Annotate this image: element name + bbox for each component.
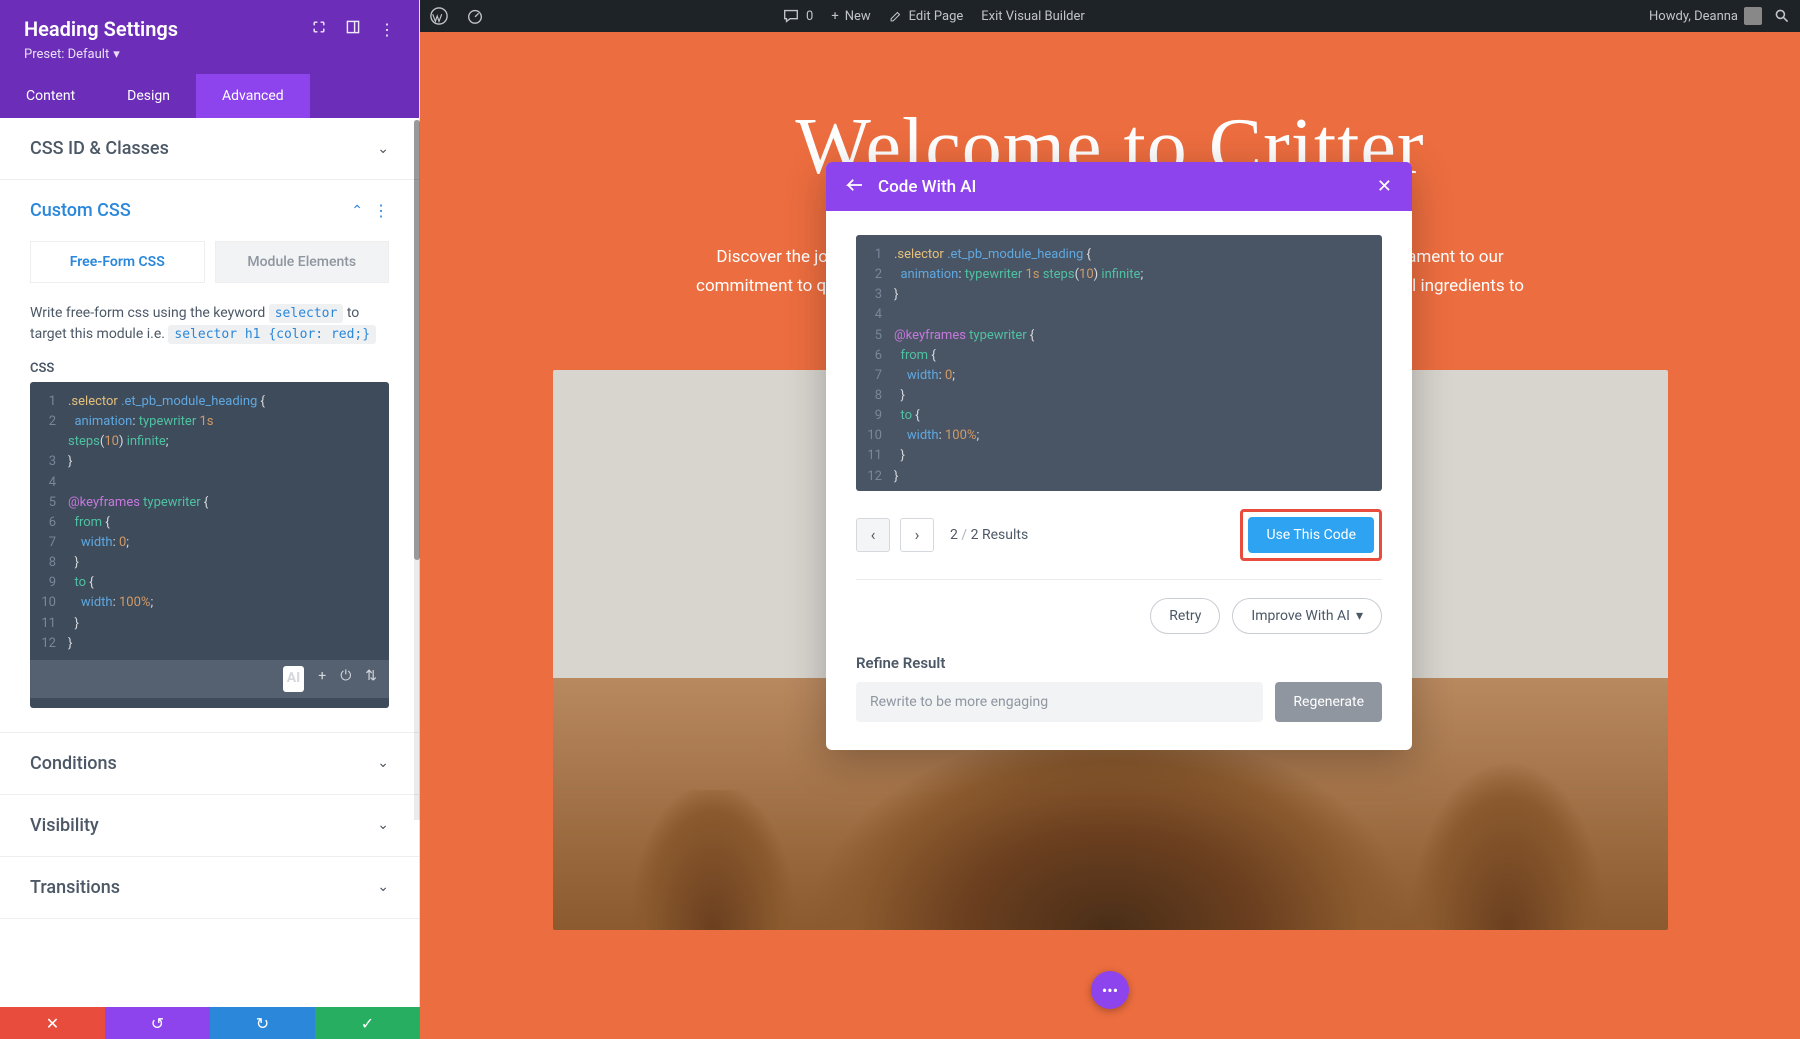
sidebar-header: Heading Settings ⋮ Preset: Default▾: [0, 0, 419, 74]
avatar: [1744, 7, 1762, 25]
undo-button[interactable]: ↺: [105, 1007, 210, 1039]
chevron-down-icon: ▾: [1356, 608, 1363, 624]
pencil-icon: [889, 9, 903, 23]
chevron-down-icon: ▾: [113, 47, 120, 62]
sidebar-scrollbar[interactable]: [414, 120, 420, 820]
dashboard-icon[interactable]: [466, 7, 484, 25]
code-with-ai-modal: Code With AI ✕ 1.selector .et_pb_module_…: [826, 162, 1412, 750]
improve-with-ai-button[interactable]: Improve With AI▾: [1232, 598, 1382, 634]
ai-badge[interactable]: AI: [283, 666, 305, 692]
sidebar-footer-actions: ✕ ↺ ↻ ✓: [0, 1007, 420, 1039]
wp-logo-icon[interactable]: [430, 7, 448, 25]
comments-count: 0: [806, 9, 813, 24]
subtab-free-form[interactable]: Free-Form CSS: [30, 241, 205, 283]
results-count: 2 / 2 Results: [950, 527, 1028, 543]
retry-button[interactable]: Retry: [1150, 598, 1220, 634]
search-icon[interactable]: [1774, 8, 1790, 24]
section-custom-css-toggle[interactable]: Custom CSS⌃⋮: [0, 180, 419, 241]
wp-admin-bar: 0 +New Edit Page Exit Visual Builder How…: [420, 0, 1800, 32]
dock-icon[interactable]: [345, 19, 361, 39]
section-visibility: Visibility⌄: [0, 795, 419, 857]
section-visibility-toggle[interactable]: Visibility⌄: [0, 795, 419, 856]
css-code-editor[interactable]: 1.selector .et_pb_module_heading {2 anim…: [30, 382, 389, 708]
section-custom-css: Custom CSS⌃⋮ Free-Form CSS Module Elemen…: [0, 180, 419, 733]
ai-code-result[interactable]: 1.selector .et_pb_module_heading {2 anim…: [856, 235, 1382, 491]
modal-header: Code With AI ✕: [826, 162, 1412, 211]
preset-selector[interactable]: Preset: Default▾: [24, 47, 395, 62]
action-row: Retry Improve With AI▾: [856, 598, 1382, 634]
css-subtabs: Free-Form CSS Module Elements: [30, 241, 389, 283]
save-button[interactable]: ✓: [315, 1007, 420, 1039]
howdy-link[interactable]: Howdy, Deanna: [1649, 7, 1762, 25]
help-text: Write free-form css using the keyword se…: [30, 303, 389, 345]
tab-advanced[interactable]: Advanced: [196, 74, 310, 118]
section-transitions-toggle[interactable]: Transitions⌄: [0, 857, 419, 918]
refine-input[interactable]: [856, 682, 1263, 722]
section-css-id-toggle[interactable]: CSS ID & Classes⌄: [0, 118, 419, 179]
use-this-code-button[interactable]: Use This Code: [1248, 517, 1374, 553]
use-code-highlight: Use This Code: [1240, 509, 1382, 561]
redo-button[interactable]: ↻: [210, 1007, 315, 1039]
back-icon[interactable]: [846, 177, 864, 196]
edit-page-link[interactable]: Edit Page: [889, 9, 964, 24]
subtab-module-elements[interactable]: Module Elements: [215, 241, 390, 283]
more-icon[interactable]: ⋮: [379, 20, 395, 39]
section-transitions: Transitions⌄: [0, 857, 419, 919]
comments-link[interactable]: 0: [782, 7, 813, 25]
section-conditions: Conditions⌄: [0, 733, 419, 795]
new-link[interactable]: +New: [831, 9, 870, 24]
plus-icon: +: [831, 9, 838, 24]
chevron-down-icon: ⌄: [377, 879, 389, 895]
css-field-label: CSS: [30, 361, 389, 376]
chevron-down-icon: ⌄: [377, 817, 389, 833]
chevron-down-icon: ⌄: [377, 141, 389, 157]
power-icon[interactable]: ⏻: [340, 666, 351, 692]
sidebar-tabs: Content Design Advanced: [0, 74, 419, 118]
modal-title: Code With AI: [878, 177, 976, 197]
expand-icon[interactable]: [311, 19, 327, 39]
scrollbar-thumb[interactable]: [414, 120, 420, 560]
cancel-button[interactable]: ✕: [0, 1007, 105, 1039]
close-icon[interactable]: ✕: [1377, 176, 1392, 197]
section-css-id: CSS ID & Classes⌄: [0, 118, 419, 180]
exit-builder-link[interactable]: Exit Visual Builder: [981, 9, 1084, 24]
section-conditions-toggle[interactable]: Conditions⌄: [0, 733, 419, 794]
next-result-button[interactable]: ›: [900, 518, 934, 552]
chevron-up-icon: ⌃: [351, 203, 363, 219]
section-more-icon[interactable]: ⋮: [373, 201, 389, 220]
add-icon[interactable]: +: [318, 666, 326, 692]
settings-sidebar: Heading Settings ⋮ Preset: Default▾ Cont…: [0, 0, 420, 1007]
refine-label: Refine Result: [856, 654, 1382, 672]
prev-result-button[interactable]: ‹: [856, 518, 890, 552]
sort-icon[interactable]: ⇅: [365, 666, 377, 692]
tab-design[interactable]: Design: [101, 74, 196, 118]
sidebar-title: Heading Settings: [24, 17, 178, 41]
tab-content[interactable]: Content: [0, 74, 101, 118]
sidebar-body: CSS ID & Classes⌄ Custom CSS⌃⋮ Free-Form…: [0, 118, 419, 1007]
chevron-down-icon: ⌄: [377, 755, 389, 771]
builder-fab[interactable]: •••: [1091, 971, 1129, 1009]
regenerate-button[interactable]: Regenerate: [1275, 682, 1382, 722]
results-row: ‹ › 2 / 2 Results Use This Code: [856, 509, 1382, 561]
